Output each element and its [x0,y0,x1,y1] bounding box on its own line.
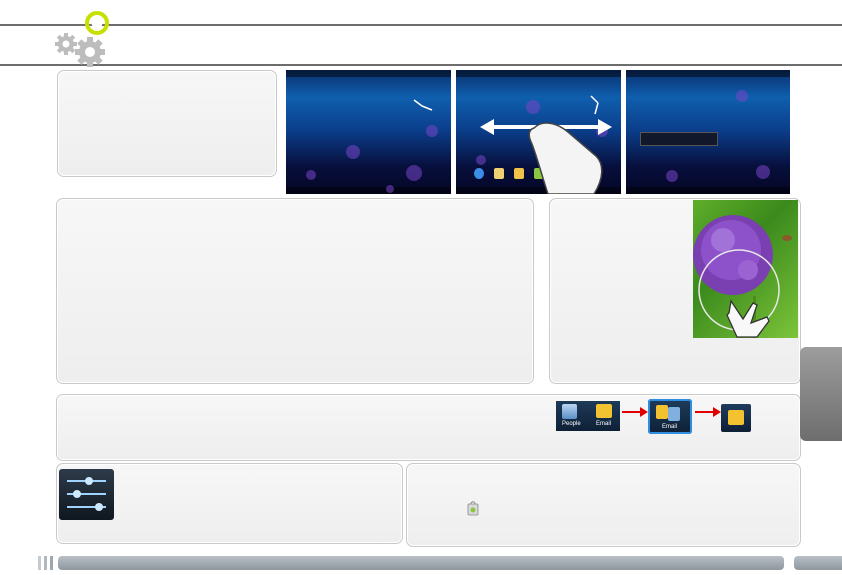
footer-page-tab [794,556,842,570]
market-panel [406,463,801,547]
swipe-screen-screenshot [456,70,621,194]
main-text-panel [56,198,534,384]
people-app-icon [668,407,680,421]
folder-label: Email [662,424,678,430]
sliders-icon [67,477,106,511]
shopping-bag-icon [467,499,479,516]
folder-icon [721,404,751,432]
clock-widget-icon [413,99,433,111]
section-side-tab [800,347,842,441]
intro-panel [57,70,277,177]
settings-app-icon [59,469,114,520]
email-app-label: Email [596,421,612,427]
header-bottom-rule [0,64,842,66]
email-app-icon [656,405,668,419]
people-app-label: People [562,421,581,427]
home-screen-screenshot [286,70,451,194]
header-top-rule [0,24,842,26]
swipe-gesture-icon [480,119,612,194]
email-app-icon [596,404,612,418]
arrow-right-icon [622,407,648,417]
pinch-gesture-icon [726,299,770,338]
flower-photo [693,200,798,338]
menu-screen-screenshot [626,70,790,194]
quick-settings-menu [640,132,718,146]
arrow-right-icon [695,407,721,417]
settings-gears-icon [55,11,109,67]
people-app-icon [562,404,577,419]
apps-before-folder: People Email [556,401,620,431]
folder-creating-icon: Email [648,399,692,434]
footer-stripes [38,556,58,570]
footer-bar [58,556,784,570]
